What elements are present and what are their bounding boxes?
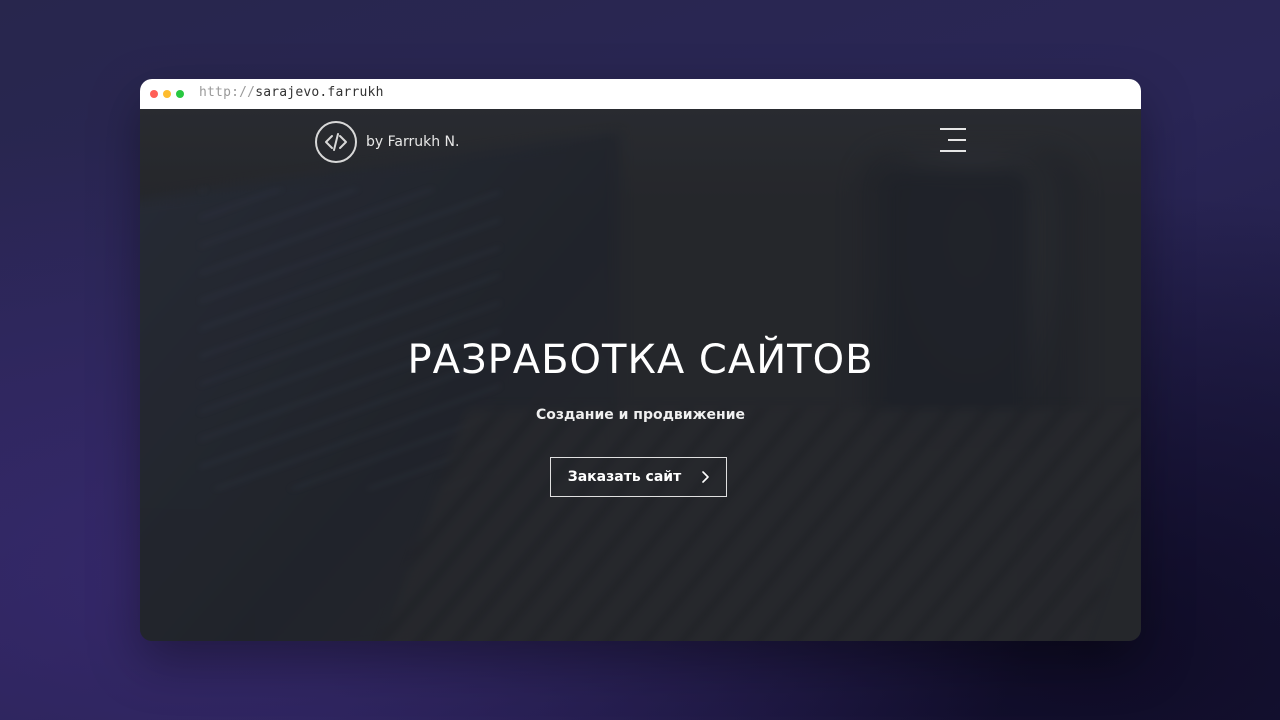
url-host: sarajevo.farrukh (255, 85, 384, 100)
logo-text: by Farrukh N. (366, 134, 460, 150)
maximize-window-dot[interactable] (176, 90, 184, 98)
url-protocol: http:// (199, 85, 256, 100)
order-site-button[interactable]: Заказать сайт (550, 457, 727, 497)
menu-line (940, 128, 966, 130)
browser-window: http://sarajevo.farrukh by Farrukh N. РА… (140, 79, 1141, 641)
chevron-right-icon (701, 471, 710, 483)
hero-section: by Farrukh N. РАЗРАБОТКА САЙТОВ Создание… (140, 109, 1141, 641)
menu-line (948, 139, 966, 141)
close-window-dot[interactable] (150, 90, 158, 98)
code-icon (315, 121, 357, 163)
minimize-window-dot[interactable] (163, 90, 171, 98)
browser-address-bar: http://sarajevo.farrukh (140, 79, 1141, 109)
url-field[interactable]: http://sarajevo.farrukh (199, 85, 384, 100)
site-logo[interactable]: by Farrukh N. (315, 121, 459, 163)
menu-line (940, 150, 966, 152)
hero-title: РАЗРАБОТКА САЙТОВ (407, 337, 874, 383)
hamburger-menu-icon[interactable] (936, 128, 966, 154)
order-site-button-label: Заказать сайт (567, 469, 682, 485)
hero-subtitle: Создание и продвижение (535, 407, 745, 423)
